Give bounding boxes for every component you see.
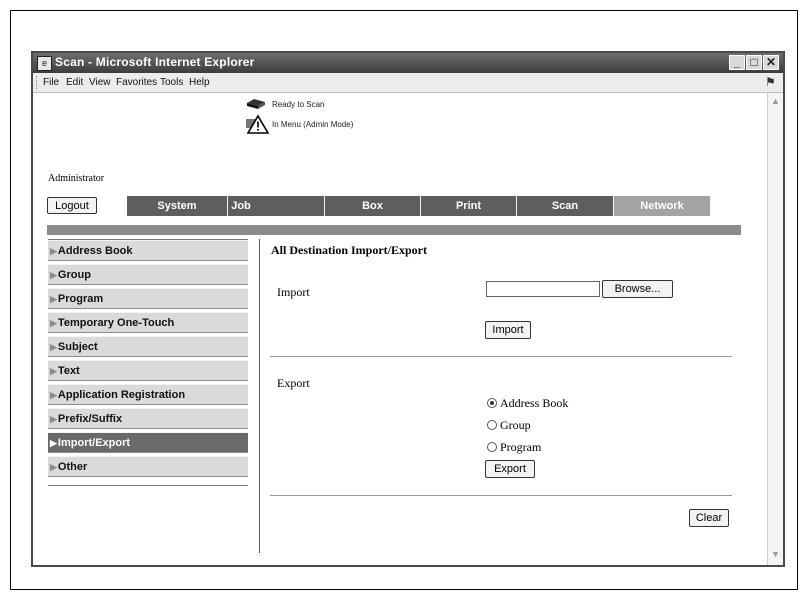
- tab-job[interactable]: Job: [228, 196, 325, 216]
- sidebar-item-label: Temporary One-Touch: [57, 317, 175, 329]
- sidebar-item-application-registration[interactable]: ▶Application Registration: [48, 384, 248, 405]
- triangle-right-icon: ▶: [50, 438, 57, 448]
- sidebar-item-other[interactable]: ▶Other: [48, 456, 248, 477]
- triangle-right-icon: ▶: [50, 462, 57, 472]
- menu-edit[interactable]: Edit: [66, 77, 83, 88]
- sidebar-bottom-rule: [48, 485, 248, 486]
- tab-print[interactable]: Print: [421, 196, 517, 216]
- logout-button[interactable]: Logout: [47, 197, 97, 214]
- menu-tools[interactable]: Tools: [160, 77, 183, 88]
- sidebar-item-label: Program: [57, 293, 104, 305]
- menu-bar: File Edit View Favorites Tools Help ⚑: [33, 73, 783, 93]
- sidebar-item-import-export[interactable]: ▶Import/Export: [48, 432, 248, 453]
- triangle-right-icon: ▶: [50, 294, 57, 304]
- minimize-icon[interactable]: _: [729, 55, 745, 70]
- section-divider: [270, 356, 732, 357]
- menu-help[interactable]: Help: [189, 77, 210, 88]
- sidebar-item-program[interactable]: ▶Program: [48, 288, 248, 309]
- window-title: Scan - Microsoft Internet Explorer: [55, 55, 255, 69]
- scroll-down-icon[interactable]: ▼: [770, 549, 781, 560]
- sidebar-item-label: Address Book: [57, 245, 133, 257]
- page-title: All Destination Import/Export: [271, 243, 427, 257]
- radio-unchecked-icon[interactable]: [487, 442, 497, 452]
- radio-group[interactable]: Group: [487, 417, 531, 433]
- radio-label: Group: [500, 418, 531, 432]
- sidebar-item-subject[interactable]: ▶Subject: [48, 336, 248, 357]
- tab-scan[interactable]: Scan: [517, 196, 614, 216]
- sidebar-separator: [259, 239, 260, 553]
- tab-job-label: Job: [231, 200, 251, 212]
- radio-unchecked-icon[interactable]: [487, 420, 497, 430]
- browser-window: e Scan - Microsoft Internet Explorer _ □…: [31, 51, 785, 567]
- tab-network[interactable]: Network: [614, 196, 711, 216]
- clear-button[interactable]: Clear: [689, 509, 729, 527]
- vertical-scrollbar[interactable]: ▲ ▼: [767, 93, 783, 565]
- sidebar-item-label: Import/Export: [57, 437, 131, 449]
- browse-button[interactable]: Browse...: [602, 280, 673, 298]
- tab-system[interactable]: System: [127, 196, 228, 216]
- title-bar: e Scan - Microsoft Internet Explorer _ □…: [33, 53, 783, 73]
- radio-label: Address Book: [500, 396, 569, 410]
- sidebar-item-temporary-one-touch[interactable]: ▶Temporary One-Touch: [48, 312, 248, 333]
- export-button[interactable]: Export: [485, 460, 535, 478]
- sidebar-item-label: Other: [57, 461, 88, 473]
- menu-view[interactable]: View: [89, 77, 111, 88]
- triangle-right-icon: ▶: [50, 246, 57, 256]
- triangle-right-icon: ▶: [50, 342, 57, 352]
- triangle-right-icon: ▶: [50, 270, 57, 280]
- status-ready-text: Ready to Scan: [272, 100, 325, 109]
- scroll-up-icon[interactable]: ▲: [770, 96, 781, 107]
- user-label: Administrator: [48, 173, 105, 184]
- sidebar-item-label: Prefix/Suffix: [57, 413, 123, 425]
- menu-file[interactable]: File: [43, 77, 59, 88]
- sidebar-item-address-book[interactable]: ▶Address Book: [48, 240, 248, 261]
- menu-favorites[interactable]: Favorites: [116, 77, 157, 88]
- sidebar-item-label: Subject: [57, 341, 98, 353]
- export-label: Export: [277, 376, 310, 390]
- menu-grip-icon: [36, 76, 39, 89]
- page-content: Ready to Scan In Menu (Admin Mode) Admin…: [33, 93, 767, 565]
- printer-icon: [247, 99, 265, 109]
- import-label: Import: [277, 285, 310, 299]
- triangle-right-icon: ▶: [50, 414, 57, 424]
- sidebar-item-label: Application Registration: [57, 389, 186, 401]
- import-button[interactable]: Import: [485, 321, 531, 339]
- triangle-right-icon: ▶: [50, 390, 57, 400]
- sidebar-item-label: Text: [57, 365, 80, 377]
- radio-program[interactable]: Program: [487, 439, 541, 455]
- status-mode-text: In Menu (Admin Mode): [272, 120, 354, 129]
- radio-address-book[interactable]: Address Book: [487, 395, 568, 411]
- triangle-right-icon: ▶: [50, 318, 57, 328]
- sidebar-item-group[interactable]: ▶Group: [48, 264, 248, 285]
- sidebar-item-text[interactable]: ▶Text: [48, 360, 248, 381]
- import-file-input[interactable]: [486, 281, 600, 297]
- ie-page-icon: e: [37, 56, 52, 71]
- windows-logo-icon: ⚑: [765, 75, 776, 89]
- radio-label: Program: [500, 440, 542, 454]
- header-divider-band: [47, 225, 741, 235]
- triangle-right-icon: ▶: [50, 366, 57, 376]
- sidebar-item-label: Group: [57, 269, 91, 281]
- radio-checked-icon[interactable]: [487, 398, 497, 408]
- close-icon[interactable]: ✕: [763, 55, 779, 70]
- sidebar-item-prefix-suffix[interactable]: ▶Prefix/Suffix: [48, 408, 248, 429]
- tab-box[interactable]: Box: [325, 196, 421, 216]
- warning-icon: [246, 114, 269, 134]
- section-divider: [270, 495, 732, 496]
- maximize-icon[interactable]: □: [746, 55, 762, 70]
